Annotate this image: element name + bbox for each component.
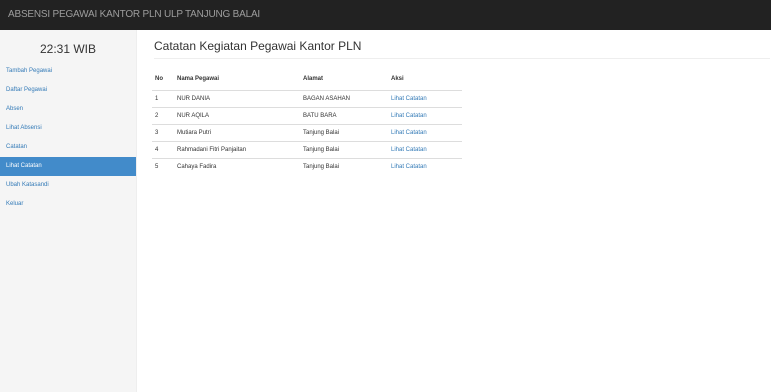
sidebar-item-absen[interactable]: Absen xyxy=(0,100,136,119)
column-header-aksi: Aksi xyxy=(388,68,462,91)
catatan-table: No Nama Pegawai Alamat Aksi 1 NUR DANIA … xyxy=(152,68,462,175)
sidebar-item-daftar-pegawai[interactable]: Daftar Pegawai xyxy=(0,81,136,100)
column-header-no: No xyxy=(152,68,174,91)
sidebar-item-lihat-absensi[interactable]: Lihat Absensi xyxy=(0,119,136,138)
cell-alamat: Tanjung Balai xyxy=(300,123,388,141)
lihat-catatan-link[interactable]: Lihat Catatan xyxy=(388,140,462,158)
cell-nama: Cahaya Fadira xyxy=(174,157,300,175)
table-row: 3 Mutiara Putri Tanjung Balai Lihat Cata… xyxy=(152,123,462,141)
lihat-catatan-link[interactable]: Lihat Catatan xyxy=(388,89,462,107)
main-content: Catatan Kegiatan Pegawai Kantor PLN No N… xyxy=(145,30,770,392)
cell-no: 3 xyxy=(152,123,174,141)
page-title: Catatan Kegiatan Pegawai Kantor PLN xyxy=(154,39,770,59)
lihat-catatan-link[interactable]: Lihat Catatan xyxy=(388,106,462,124)
sidebar-item-catatan[interactable]: Catatan xyxy=(0,138,136,157)
cell-alamat: Tanjung Balai xyxy=(300,140,388,158)
cell-no: 5 xyxy=(152,157,174,175)
cell-nama: NUR DANIA xyxy=(174,89,300,107)
table-row: 5 Cahaya Fadira Tanjung Balai Lihat Cata… xyxy=(152,157,462,175)
clock: 22:31 WIB xyxy=(39,42,97,56)
cell-nama: NUR AQILA xyxy=(174,106,300,124)
navbar: ABSENSI PEGAWAI KANTOR PLN ULP TANJUNG B… xyxy=(0,0,771,30)
cell-nama: Mutiara Putri xyxy=(174,123,300,141)
sidebar-item-ubah-katasandi[interactable]: Ubah Katasandi xyxy=(0,176,136,195)
cell-no: 4 xyxy=(152,140,174,158)
cell-alamat: BAGAN ASAHAN xyxy=(300,89,388,107)
sidebar: 22:31 WIB Tambah Pegawai Daftar Pegawai … xyxy=(0,30,137,392)
sidebar-item-keluar[interactable]: Keluar xyxy=(0,195,136,214)
sidebar-item-tambah-pegawai[interactable]: Tambah Pegawai xyxy=(0,62,136,81)
column-header-nama: Nama Pegawai xyxy=(174,68,300,91)
table-row: 1 NUR DANIA BAGAN ASAHAN Lihat Catatan xyxy=(152,89,462,107)
cell-alamat: BATU BARA xyxy=(300,106,388,124)
app-title[interactable]: ABSENSI PEGAWAI KANTOR PLN ULP TANJUNG B… xyxy=(8,9,260,20)
table-row: 2 NUR AQILA BATU BARA Lihat Catatan xyxy=(152,106,462,124)
lihat-catatan-link[interactable]: Lihat Catatan xyxy=(388,157,462,175)
table-row: 4 Rahmadani Fitri Panjaitan Tanjung Bala… xyxy=(152,140,462,158)
cell-alamat: Tanjung Balai xyxy=(300,157,388,175)
sidebar-nav: Tambah Pegawai Daftar Pegawai Absen Liha… xyxy=(0,62,136,214)
table-header-row: No Nama Pegawai Alamat Aksi xyxy=(152,68,462,91)
cell-no: 1 xyxy=(152,89,174,107)
column-header-alamat: Alamat xyxy=(300,68,388,91)
cell-nama: Rahmadani Fitri Panjaitan xyxy=(174,140,300,158)
cell-no: 2 xyxy=(152,106,174,124)
sidebar-item-lihat-catatan[interactable]: Lihat Catatan xyxy=(0,157,136,176)
lihat-catatan-link[interactable]: Lihat Catatan xyxy=(388,123,462,141)
